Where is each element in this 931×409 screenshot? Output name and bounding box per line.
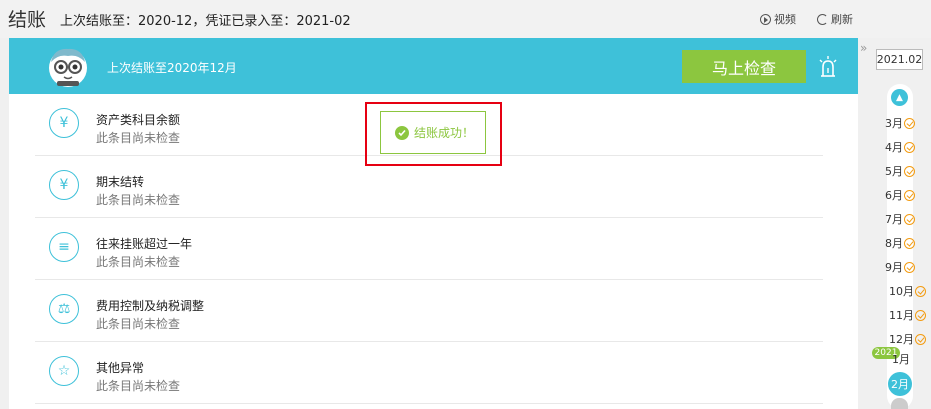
- scroll-up-button[interactable]: ▲: [891, 89, 908, 106]
- check-row-other-anomalies: ☆ 其他异常 此条目尚未检查: [35, 342, 823, 404]
- success-toast: 结账成功！: [380, 111, 486, 154]
- success-message: 结账成功！: [414, 126, 475, 140]
- month-item[interactable]: 12月: [889, 329, 926, 349]
- period-sidebar: 2021.02 ▲ 3月 4月 5月 6月 7月 8月 9月 10月 11月 1…: [872, 42, 931, 409]
- transfer-doc-icon: ¥: [49, 170, 79, 200]
- check-status: 此条目尚未检查: [96, 131, 181, 145]
- check-status: 此条目尚未检查: [96, 317, 181, 331]
- check-status: 此条目尚未检查: [96, 193, 181, 207]
- month-item[interactable]: 11月: [889, 305, 926, 325]
- video-label: 视频: [774, 13, 796, 26]
- check-circle-icon: [915, 285, 926, 297]
- check-circle-icon: [904, 117, 915, 129]
- check-row-expense-tax: ⚖ 费用控制及纳税调整 此条目尚未检查: [35, 280, 823, 342]
- month-item[interactable]: 3月: [885, 113, 915, 133]
- check-circle-icon: [904, 165, 915, 177]
- check-title: 期末结转: [96, 175, 145, 189]
- check-title: 费用控制及纳税调整: [96, 299, 205, 313]
- check-circle-icon: [904, 141, 915, 153]
- scroll-down-button[interactable]: [891, 398, 908, 409]
- check-circle-icon: [904, 213, 915, 225]
- month-item[interactable]: 8月: [885, 233, 915, 253]
- check-now-button[interactable]: 马上检查: [682, 50, 806, 83]
- month-item-jan[interactable]: 1月: [892, 351, 910, 367]
- list-doc-icon: ≡: [49, 232, 79, 262]
- play-icon: [760, 13, 771, 25]
- check-circle-icon: [904, 237, 915, 249]
- refresh-label: 刷新: [831, 13, 853, 26]
- main-panel: 上次结账至2020年12月 马上检查 ¥ 资产类科目余额 此条目尚未检查 ¥ 期…: [9, 38, 858, 409]
- check-status: 此条目尚未检查: [96, 255, 181, 269]
- banner: 上次结账至2020年12月 马上检查: [9, 38, 858, 94]
- tax-icon: ⚖: [49, 294, 79, 324]
- check-title: 资产类科目余额: [96, 113, 181, 127]
- page-title: 结账: [8, 9, 47, 31]
- banner-text: 上次结账至2020年12月: [107, 61, 237, 75]
- check-title: 其他异常: [96, 361, 145, 375]
- yuan-icon: ¥: [49, 108, 79, 138]
- period-info: 上次结账至：2020-12，凭证已录入至：2021-02: [60, 14, 351, 29]
- month-item-selected[interactable]: 2月: [888, 372, 912, 396]
- check-circle-icon: [395, 125, 409, 140]
- month-item[interactable]: 4月: [885, 137, 915, 157]
- star-icon: ☆: [49, 356, 79, 386]
- month-item[interactable]: 9月: [885, 257, 915, 277]
- alarm-light-icon[interactable]: [818, 56, 838, 78]
- current-period[interactable]: 2021.02: [876, 49, 923, 70]
- month-item[interactable]: 7月: [885, 209, 915, 229]
- video-link[interactable]: 视频: [760, 11, 796, 27]
- check-title: 往来挂账超过一年: [96, 237, 193, 251]
- check-circle-icon: [904, 189, 915, 201]
- refresh-link[interactable]: 刷新: [817, 11, 853, 27]
- top-bar: 结账 上次结账至：2020-12，凭证已录入至：2021-02 视频 刷新: [0, 0, 931, 38]
- check-circle-icon: [904, 261, 915, 273]
- month-item[interactable]: 5月: [885, 161, 915, 181]
- check-row-overdue-accounts: ≡ 往来挂账超过一年 此条目尚未检查: [35, 218, 823, 280]
- check-status: 此条目尚未检查: [96, 379, 181, 393]
- month-item[interactable]: 6月: [885, 185, 915, 205]
- refresh-icon: [817, 13, 828, 25]
- collapse-sidebar-icon[interactable]: »: [860, 41, 867, 55]
- check-circle-icon: [915, 333, 926, 345]
- month-item[interactable]: 10月: [889, 281, 926, 301]
- check-circle-icon: [915, 309, 926, 321]
- mascot-icon: [49, 48, 87, 87]
